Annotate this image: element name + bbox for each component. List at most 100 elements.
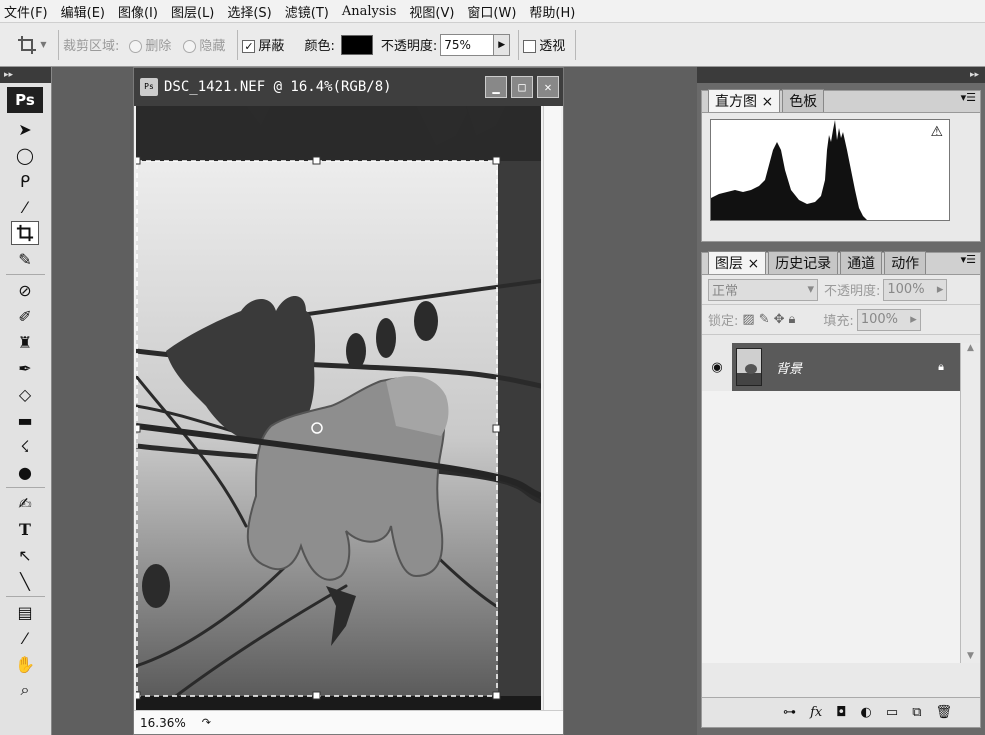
opacity-input[interactable]: 75% bbox=[440, 33, 495, 56]
tab-channels[interactable]: 通道 bbox=[840, 251, 883, 274]
type-icon[interactable]: T bbox=[11, 517, 39, 541]
lock-transparent-icon[interactable]: ▨ bbox=[742, 312, 754, 327]
new-group-icon[interactable]: ▭ bbox=[886, 705, 898, 720]
perspective-checkbox[interactable]: 透视 bbox=[523, 35, 565, 54]
eyedropper-icon[interactable]: ✎ bbox=[11, 247, 39, 271]
canvas[interactable] bbox=[136, 106, 541, 710]
maximize-button[interactable]: □ bbox=[511, 76, 533, 98]
clone-stamp-icon[interactable]: ♜ bbox=[11, 330, 39, 354]
tab-swatches[interactable]: 色板 bbox=[782, 89, 825, 112]
dodge-icon[interactable]: ● bbox=[11, 460, 39, 484]
healing-brush-icon[interactable]: ⊘ bbox=[11, 278, 39, 302]
minimize-button[interactable]: ▁ bbox=[485, 76, 507, 98]
layers-scrollbar[interactable]: ▲ ▼ bbox=[960, 343, 980, 663]
gradient-icon[interactable]: ▬ bbox=[11, 408, 39, 432]
crop-icon[interactable] bbox=[11, 221, 39, 245]
toolbox: ▸▸ Ps ➤ ◯ ᑭ ⁄ ✎ ⊘ ✐ ♜ ✒ ◇ ▬ ☇ ● ✍ T ↖ ╲ … bbox=[0, 67, 52, 735]
marquee-ellipse-icon[interactable]: ◯ bbox=[11, 143, 39, 167]
tab-layers[interactable]: 图层 × bbox=[708, 251, 767, 274]
color-label: 颜色: bbox=[304, 39, 335, 54]
panel-menu-icon[interactable]: ▾☰ bbox=[961, 91, 976, 104]
opacity-slider-button[interactable]: ▶ bbox=[494, 33, 511, 56]
hide-radio[interactable]: 隐藏 bbox=[183, 35, 225, 54]
menu-analysis[interactable]: Analysis bbox=[342, 4, 397, 19]
tab-history[interactable]: 历史记录 bbox=[768, 251, 839, 274]
tab-histogram[interactable]: 直方图 × bbox=[708, 89, 781, 112]
layer-opacity-label: 不透明度: bbox=[824, 284, 881, 299]
toolbox-divider bbox=[6, 596, 45, 597]
menu-view[interactable]: 视图(V) bbox=[409, 2, 454, 21]
triangle-right-icon: ▶ bbox=[498, 39, 506, 50]
fill-label: 填充: bbox=[823, 314, 854, 329]
eraser-icon[interactable]: ◇ bbox=[11, 382, 39, 406]
lock-image-icon[interactable]: ✎ bbox=[759, 312, 770, 327]
options-divider bbox=[518, 29, 520, 60]
lasso-icon[interactable]: ᑭ bbox=[11, 169, 39, 193]
lock-fill-row: 锁定: ▨ ✎ ✥ 🔒︎ 填充: 100% ▸ bbox=[702, 305, 980, 335]
delete-layer-icon[interactable]: 🗑︎ bbox=[935, 705, 952, 720]
menu-window[interactable]: 窗口(W) bbox=[467, 2, 516, 21]
triangle-right-icon: ▸ bbox=[936, 282, 944, 297]
menu-file[interactable]: 文件(F) bbox=[4, 2, 48, 21]
layers-panel-tabs: 图层 × 历史记录 通道 动作 ▾☰ bbox=[702, 251, 980, 275]
eyedropper-2-icon[interactable]: ⁄ bbox=[11, 626, 39, 650]
crop-area-label: 裁剪区域: bbox=[63, 39, 120, 54]
status-menu-arrow-icon[interactable]: ↷ bbox=[202, 716, 211, 729]
link-layers-icon[interactable]: ⊶ bbox=[783, 705, 796, 720]
new-layer-icon[interactable]: ⧉ bbox=[912, 705, 921, 720]
scroll-down-icon[interactable]: ▼ bbox=[961, 651, 980, 661]
lock-position-icon[interactable]: ✥ bbox=[774, 312, 785, 327]
scroll-up-icon[interactable]: ▲ bbox=[961, 343, 980, 353]
menu-select[interactable]: 选择(S) bbox=[227, 2, 271, 21]
brush-icon[interactable]: ✐ bbox=[11, 304, 39, 328]
photo-gloves-on-branches[interactable] bbox=[136, 106, 541, 710]
adjustment-layer-icon[interactable]: ◐ bbox=[861, 705, 872, 720]
document-title: DSC_1421.NEF @ 16.4%(RGB/8) bbox=[164, 79, 392, 95]
layer-row-background[interactable]: ◉ 背景 🔒︎ bbox=[702, 343, 962, 391]
zoom-level[interactable]: 16.36% bbox=[140, 716, 186, 730]
layers-panel-footer: ⊶ fx ◘ ◐ ▭ ⧉ 🗑︎ bbox=[702, 697, 980, 727]
delete-radio[interactable]: 删除 bbox=[129, 35, 171, 54]
notes-icon[interactable]: ▤ bbox=[11, 600, 39, 624]
menu-filter[interactable]: 滤镜(T) bbox=[285, 2, 329, 21]
hide-label: 隐藏 bbox=[199, 39, 226, 54]
document-vertical-scrollbar[interactable] bbox=[543, 106, 561, 710]
blur-icon[interactable]: ☇ bbox=[11, 434, 39, 458]
layer-name[interactable]: 背景 bbox=[776, 358, 802, 377]
perspective-label: 透视 bbox=[539, 39, 566, 54]
window-buttons: ▁ □ ✕ bbox=[485, 76, 559, 98]
toolbox-grip[interactable]: ▸▸ bbox=[0, 67, 51, 83]
pen-icon[interactable]: ✍ bbox=[11, 491, 39, 515]
magic-wand-icon[interactable]: ⁄ bbox=[11, 195, 39, 219]
crop-tool-preset-icon[interactable]: ▼ bbox=[10, 30, 54, 60]
shield-checkbox[interactable]: ✓ 屏蔽 bbox=[242, 35, 284, 54]
line-icon[interactable]: ╲ bbox=[11, 569, 39, 593]
layer-opacity-input[interactable]: 100% ▸ bbox=[883, 278, 948, 301]
fill-input[interactable]: 100% ▸ bbox=[856, 308, 921, 331]
menu-layer[interactable]: 图层(L) bbox=[171, 2, 214, 21]
eye-icon[interactable]: ◉ bbox=[702, 343, 732, 391]
document-titlebar[interactable]: Ps DSC_1421.NEF @ 16.4%(RGB/8) ▁ □ ✕ bbox=[134, 68, 563, 106]
path-select-icon[interactable]: ↖ bbox=[11, 543, 39, 567]
hand-icon[interactable]: ✋ bbox=[11, 652, 39, 676]
dock-grip[interactable]: ▸▸ bbox=[697, 67, 985, 83]
layers-panel: 图层 × 历史记录 通道 动作 ▾☰ 正常 ▾ 不透明度: 100% ▸ 锁定: ▨… bbox=[701, 251, 981, 728]
blend-mode-select[interactable]: 正常 ▾ bbox=[708, 278, 818, 301]
document-window: Ps DSC_1421.NEF @ 16.4%(RGB/8) ▁ □ ✕ 16.… bbox=[133, 67, 564, 735]
panel-menu-icon[interactable]: ▾☰ bbox=[961, 253, 976, 266]
checkmark-icon: ✓ bbox=[242, 40, 256, 53]
tab-actions[interactable]: 动作 bbox=[884, 251, 927, 274]
move-icon[interactable]: ➤ bbox=[11, 117, 39, 141]
layer-style-icon[interactable]: fx bbox=[810, 705, 822, 720]
history-brush-icon[interactable]: ✒ bbox=[11, 356, 39, 380]
menu-image[interactable]: 图像(I) bbox=[118, 2, 158, 21]
menu-edit[interactable]: 编辑(E) bbox=[61, 2, 105, 21]
layer-mask-icon[interactable]: ◘ bbox=[836, 705, 846, 720]
radio-icon bbox=[183, 40, 197, 53]
lock-all-icon[interactable]: 🔒︎ bbox=[789, 312, 796, 327]
zoom-icon[interactable]: ⌕ bbox=[11, 678, 39, 702]
warning-icon[interactable]: ⚠ bbox=[930, 124, 943, 140]
menu-help[interactable]: 帮助(H) bbox=[529, 2, 575, 21]
shield-color-swatch[interactable] bbox=[340, 34, 373, 55]
close-button[interactable]: ✕ bbox=[537, 76, 559, 98]
